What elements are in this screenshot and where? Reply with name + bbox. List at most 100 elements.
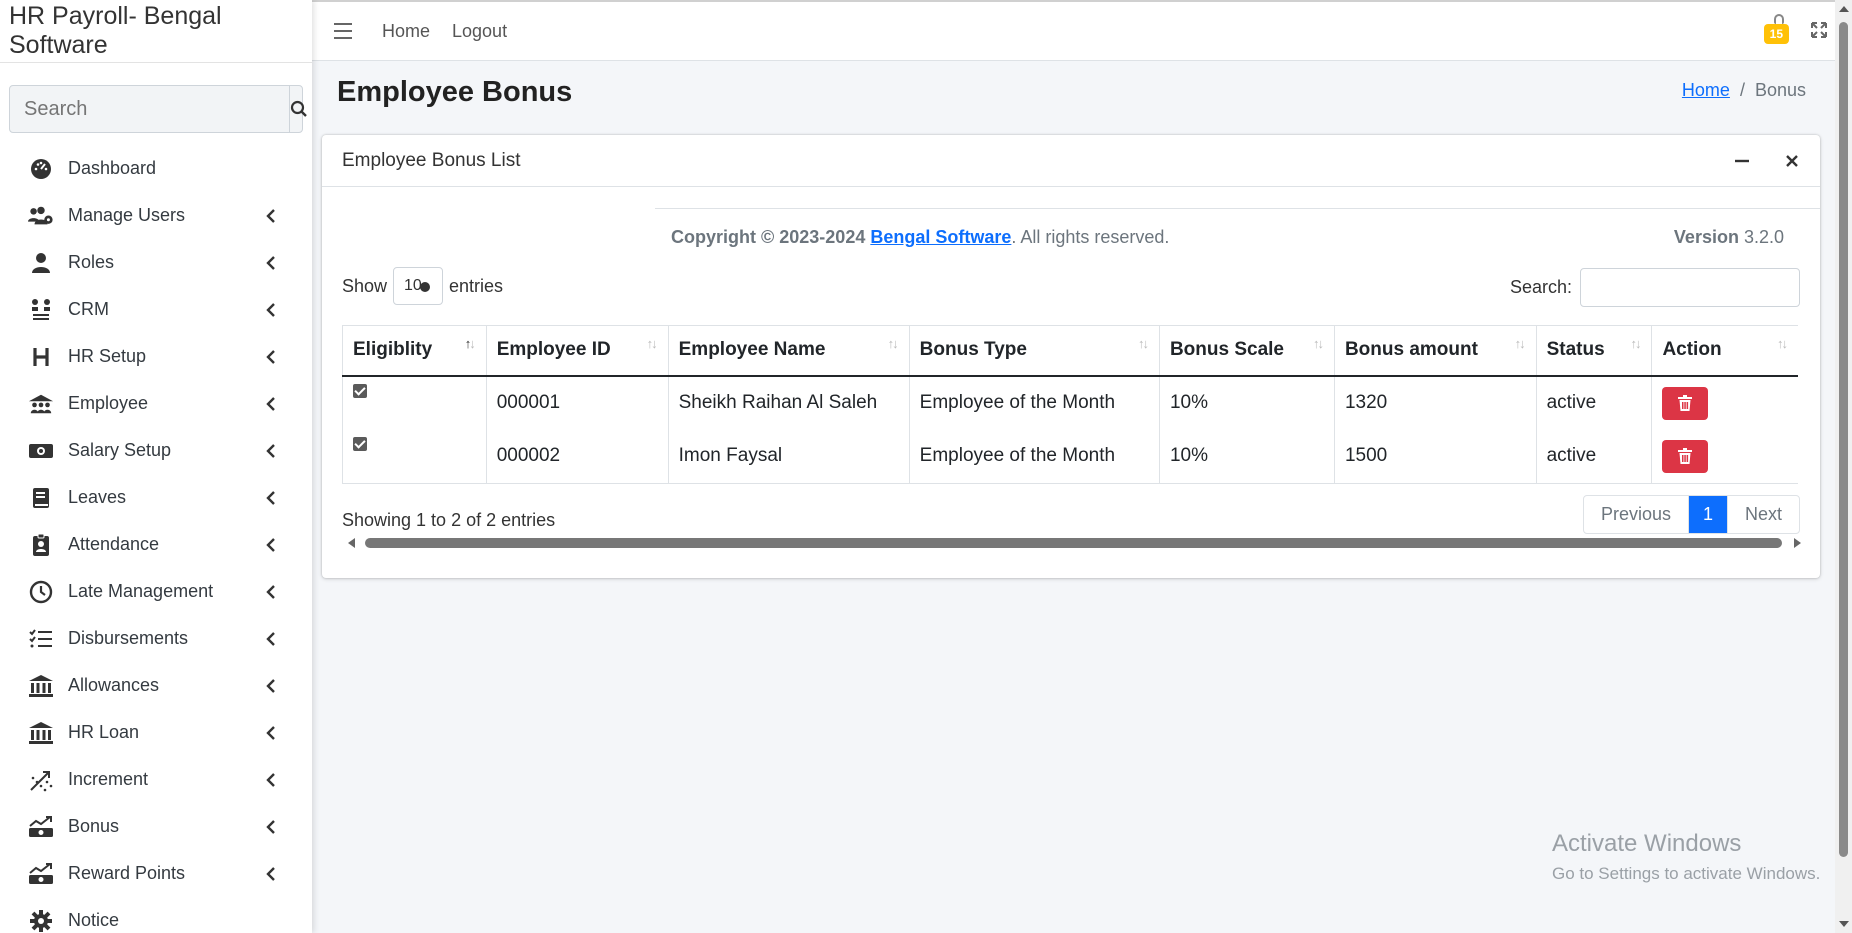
column-header-label: Eligiblity [353, 339, 433, 361]
sidebar: HR Payroll- Bengal Software Dashboard Man… [0, 0, 312, 933]
chevron-left-icon [266, 349, 278, 365]
sidebar-item-label: Disbursements [68, 628, 189, 648]
brand-title[interactable]: HR Payroll- Bengal Software [0, 0, 312, 63]
notification-badge[interactable]: 15 [1763, 14, 1789, 44]
menu-toggle-icon[interactable] [334, 23, 352, 39]
chart-money-icon [28, 814, 54, 840]
sidebar-search-input[interactable] [10, 86, 289, 132]
fullscreen-icon[interactable] [1811, 22, 1827, 38]
column-header-eligiblity[interactable]: Eligiblity ↑↓ [342, 325, 487, 377]
column-header-label: Status [1546, 339, 1605, 361]
company-link[interactable]: Bengal Software [870, 227, 1011, 247]
horizontal-scrollbar[interactable] [348, 536, 1801, 550]
sidebar-item-notice[interactable]: Notice [0, 897, 312, 933]
page-1-button[interactable]: 1 [1687, 496, 1727, 533]
close-icon [1786, 155, 1798, 167]
trash-icon [1678, 448, 1693, 465]
eligibility-checkbox[interactable] [353, 437, 367, 452]
sidebar-item-crm[interactable]: CRM [0, 286, 312, 333]
collapse-button[interactable] [1730, 149, 1754, 173]
watermark-title: Activate Windows [1552, 830, 1742, 857]
sort-icon: ↑↓ [464, 336, 476, 351]
nav-logout-link[interactable]: Logout [452, 21, 507, 42]
sidebar-item-disbursements[interactable]: Disbursements [0, 615, 312, 662]
sidebar-item-increment[interactable]: Increment [0, 756, 312, 803]
card-header: Employee Bonus List [322, 135, 1820, 187]
sidebar-item-attendance[interactable]: Attendance [0, 521, 312, 568]
sidebar-menu: Dashboard Manage Users Roles CRM HR Setup Emp… [0, 145, 312, 933]
column-header-action[interactable]: Action ↑↓ [1651, 325, 1798, 377]
delete-button[interactable] [1662, 439, 1709, 473]
sidebar-item-late-management[interactable]: Late Management [0, 568, 312, 615]
sidebar-item-label: Notice [68, 910, 120, 930]
table-body: 000001 Sheikh Raihan Al Saleh Employee of … [342, 375, 1798, 484]
id-badge-icon [28, 532, 54, 558]
nav-home-link[interactable]: Home [382, 21, 430, 42]
entries-select[interactable]: 10 [393, 267, 444, 305]
bonus-scale-cell: 10% [1158, 429, 1335, 484]
sidebar-item-hr-setup[interactable]: HR Setup [0, 333, 312, 380]
sidebar-item-roles[interactable]: Roles [0, 239, 312, 286]
sidebar-item-dashboard[interactable]: Dashboard [0, 145, 312, 192]
sort-icon: ↑↓ [1137, 336, 1149, 351]
clock-icon [28, 579, 54, 605]
bank-icon [28, 673, 54, 699]
sort-icon: ↑↓ [646, 336, 658, 351]
sidebar-item-allowances[interactable]: Allowances [0, 662, 312, 709]
column-header-status[interactable]: Status ↑↓ [1535, 325, 1652, 377]
table-header-row: Eligiblity ↑↓ Employee ID ↑↓ Employee Name ↑↓… [342, 325, 1798, 377]
sidebar-item-bonus[interactable]: Bonus [0, 803, 312, 850]
column-header-label: Bonus Type [919, 339, 1027, 361]
column-header-bonus-amount[interactable]: Bonus amount ↑↓ [1333, 325, 1537, 377]
previous-button[interactable]: Previous [1584, 496, 1688, 533]
scroll-up-icon[interactable] [1839, 6, 1849, 12]
scroll-left-icon[interactable] [348, 538, 355, 548]
divider [655, 208, 1820, 209]
crm-icon [28, 297, 54, 323]
bonus-amount-cell: 1320 [1333, 375, 1537, 430]
money-icon [28, 438, 54, 464]
table-search-input[interactable] [1580, 268, 1800, 307]
sidebar-item-label: Late Management [68, 581, 214, 601]
scrollbar-thumb[interactable] [365, 538, 1782, 548]
next-button[interactable]: Next [1726, 496, 1799, 533]
eligibility-checkbox[interactable] [353, 384, 367, 398]
delete-button[interactable] [1662, 386, 1709, 420]
column-header-employee-name[interactable]: Employee Name ↑↓ [667, 325, 910, 377]
column-header-employee-id[interactable]: Employee ID ↑↓ [485, 325, 669, 377]
increment-icon [28, 767, 54, 793]
page-scrollbar-thumb[interactable] [1839, 22, 1848, 857]
employee-name-cell: Imon Faysal [667, 429, 910, 484]
select-arrow-icon [420, 282, 431, 292]
sidebar-item-hr-loan[interactable]: HR Loan [0, 709, 312, 756]
sidebar-item-manage-users[interactable]: Manage Users [0, 192, 312, 239]
scroll-right-icon[interactable] [1794, 538, 1801, 548]
column-header-label: Employee ID [496, 339, 611, 361]
chevron-left-icon [266, 396, 278, 412]
sort-icon: ↑↓ [1514, 336, 1526, 351]
bell-icon [1773, 14, 1784, 24]
column-header-bonus-type[interactable]: Bonus Type ↑↓ [908, 325, 1160, 377]
sidebar-item-employee[interactable]: Employee [0, 380, 312, 427]
table-row: 000001 Sheikh Raihan Al Saleh Employee of … [342, 375, 1798, 430]
sidebar-item-salary-setup[interactable]: Salary Setup [0, 427, 312, 474]
top-navbar: Home Logout 15 [312, 0, 1852, 61]
employee-id-cell: 000001 [485, 375, 669, 430]
version-number: 3.2.0 [1738, 227, 1784, 247]
page-scrollbar[interactable] [1835, 0, 1852, 933]
book-icon [28, 485, 54, 511]
chevron-left-icon [266, 678, 278, 694]
remove-button[interactable] [1780, 149, 1804, 173]
column-header-bonus-scale[interactable]: Bonus Scale ↑↓ [1158, 325, 1335, 377]
chevron-left-icon [266, 725, 278, 741]
breadcrumb-home-link[interactable]: Home [1682, 80, 1730, 100]
chevron-left-icon [266, 443, 278, 459]
scroll-down-icon[interactable] [1839, 921, 1849, 927]
column-header-label: Bonus Scale [1169, 339, 1284, 361]
sidebar-item-label: Reward Points [68, 863, 186, 883]
sidebar-item-leaves[interactable]: Leaves [0, 474, 312, 521]
sidebar-search-button[interactable] [289, 86, 308, 132]
breadcrumb-current: Bonus [1754, 80, 1806, 100]
entries-label: entries [449, 275, 504, 296]
sidebar-item-reward-points[interactable]: Reward Points [0, 850, 312, 897]
